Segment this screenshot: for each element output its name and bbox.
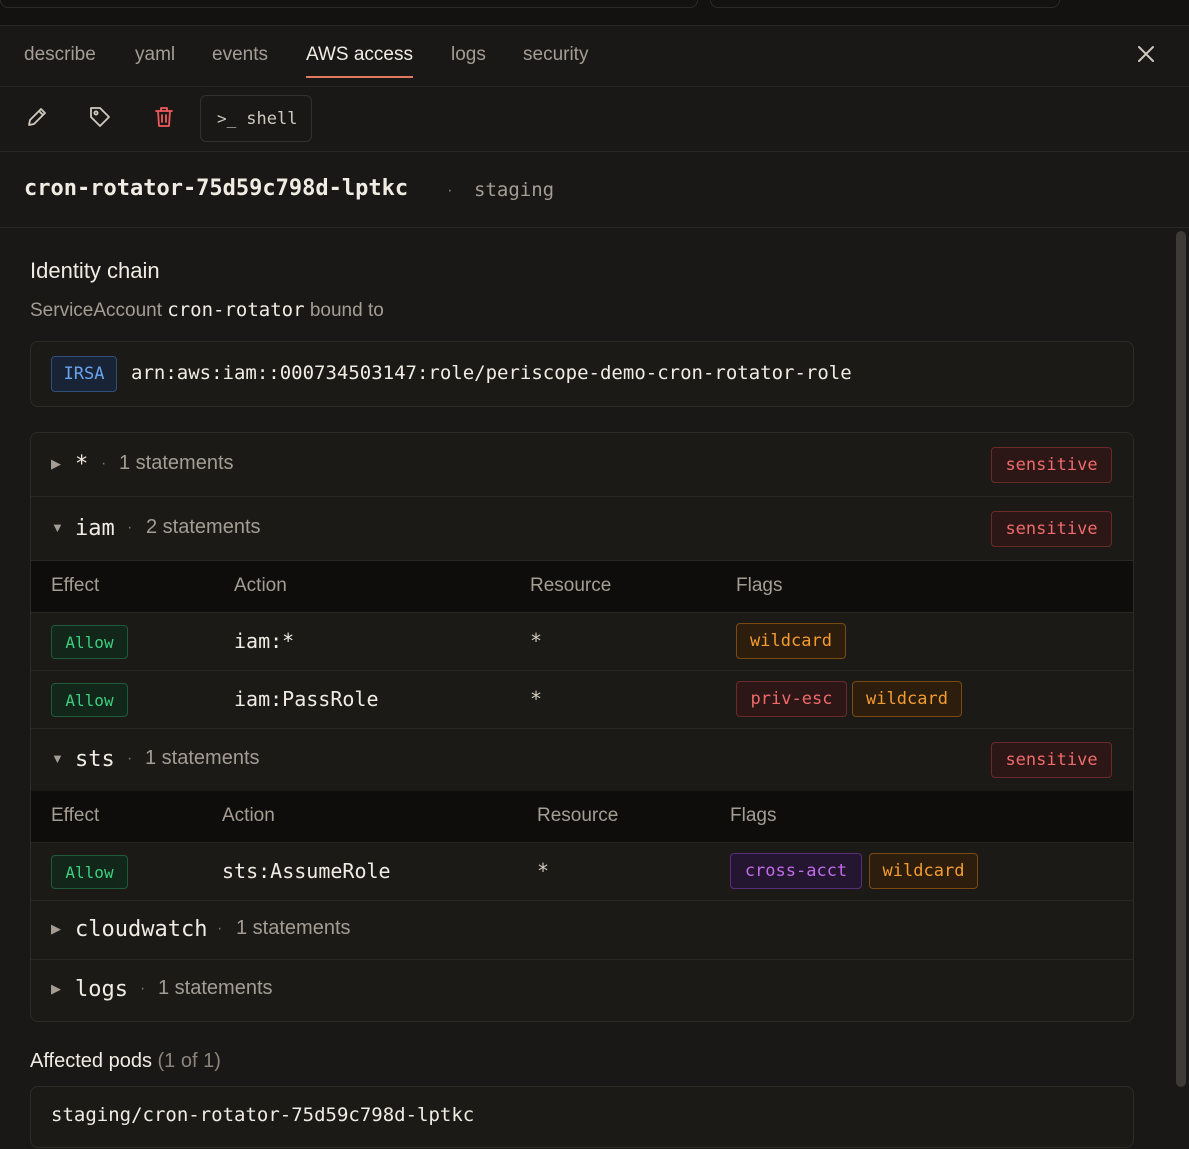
caret-down-icon: ▼ (51, 520, 64, 535)
toolbar: >_ shell (0, 87, 1189, 152)
sts-table-header: Effect Action Resource Flags (31, 791, 1133, 843)
tab-security[interactable]: security (523, 44, 588, 66)
caret-right-icon: ▶ (51, 921, 61, 936)
role-binding-box: IRSA arn:aws:iam::000734503147:role/peri… (30, 341, 1134, 407)
group-count: 2 statements (146, 516, 261, 538)
group-name: iam (75, 516, 115, 541)
header-separator: · (447, 180, 453, 199)
table-row: Allow iam:* * wildcard (31, 613, 1133, 671)
role-arn: arn:aws:iam::000734503147:role/periscope… (131, 362, 852, 384)
shell-button[interactable]: >_ shell (200, 95, 312, 142)
shell-label: shell (246, 108, 298, 129)
group-count: 1 statements (119, 452, 234, 474)
policy-group-iam[interactable]: ▼ iam · 2 statements sensitive (31, 497, 1133, 561)
tab-bar: describe yaml events AWS access logs sec… (0, 26, 1189, 87)
labels-button[interactable] (80, 100, 120, 138)
scrollbar-thumb[interactable] (1176, 231, 1186, 1087)
group-name: cloudwatch (75, 917, 208, 942)
flag-cross-acct: cross-acct (730, 853, 862, 889)
terminal-icon: >_ (217, 109, 237, 128)
resource-header: cron-rotator-75d59c798d-lptkc · staging (0, 152, 1189, 228)
resource-cell: * (537, 859, 550, 883)
flag-wildcard: wildcard (736, 623, 846, 659)
identity-chain-title: Identity chain (30, 258, 160, 283)
irsa-badge: IRSA (51, 356, 117, 392)
tab-events[interactable]: events (212, 44, 268, 66)
policy-group-star[interactable]: ▶ * · 1 statements sensitive (31, 433, 1133, 497)
col-flags: Flags (736, 575, 783, 596)
top-field-left[interactable] (0, 0, 698, 8)
group-name: logs (75, 977, 128, 1002)
col-effect: Effect (51, 575, 100, 596)
col-action: Action (234, 575, 287, 596)
caret-right-icon: ▶ (51, 981, 61, 996)
affected-pods-label: Affected pods (30, 1050, 152, 1072)
iam-table-header: Effect Action Resource Flags (31, 561, 1133, 613)
tab-describe[interactable]: describe (24, 44, 96, 66)
effect-allow-badge: Allow (51, 625, 128, 659)
col-flags: Flags (730, 805, 777, 826)
affected-pods-list: staging/cron-rotator-75d59c798d-lptkc (30, 1086, 1134, 1148)
group-count: 1 statements (145, 747, 260, 769)
group-separator: · (101, 455, 107, 472)
group-separator: · (127, 750, 133, 767)
group-count: 1 statements (158, 977, 273, 999)
tab-aws-access[interactable]: AWS access (306, 44, 413, 78)
col-resource: Resource (530, 575, 612, 596)
resource-cell: * (530, 687, 543, 711)
service-account-name: cron-rotator (167, 299, 305, 321)
flag-wildcard: wildcard (869, 853, 978, 889)
group-separator: · (140, 980, 146, 997)
group-separator: · (217, 920, 223, 937)
sensitive-badge: sensitive (991, 511, 1112, 547)
tab-yaml[interactable]: yaml (135, 44, 175, 66)
col-action: Action (222, 805, 275, 826)
col-resource: Resource (537, 805, 619, 826)
group-separator: · (127, 519, 133, 536)
table-row: Allow iam:PassRole * priv-esc wildcard (31, 671, 1133, 729)
identity-subtitle: ServiceAccount cron-rotator bound to (30, 299, 384, 322)
namespace: staging (474, 179, 555, 201)
affected-pod-link[interactable]: staging/cron-rotator-75d59c798d-lptkc (51, 1104, 474, 1126)
flag-wildcard: wildcard (852, 681, 962, 717)
group-name: sts (75, 747, 115, 772)
edit-button[interactable] (17, 100, 57, 138)
pod-name: cron-rotator-75d59c798d-lptkc (24, 176, 409, 201)
affected-pods-title: Affected pods (1 of 1) (30, 1050, 221, 1073)
group-count: 1 statements (236, 917, 351, 939)
delete-button[interactable] (144, 100, 184, 138)
action-cell: iam:PassRole (234, 687, 379, 711)
top-strip (0, 0, 1189, 26)
caret-right-icon: ▶ (51, 456, 61, 471)
policy-group-logs[interactable]: ▶ logs · 1 statements (31, 960, 1133, 1020)
effect-allow-badge: Allow (51, 683, 128, 717)
sa-suffix: bound to (309, 300, 384, 321)
top-field-right[interactable] (710, 0, 1060, 8)
trash-icon (152, 105, 176, 134)
effect-allow-badge: Allow (51, 855, 128, 889)
policy-groups-panel: ▶ * · 1 statements sensitive ▼ iam · 2 s… (30, 432, 1134, 1022)
pencil-icon (25, 105, 49, 134)
group-name: * (75, 452, 89, 477)
flag-priv-esc: priv-esc (736, 681, 847, 717)
table-row: Allow sts:AssumeRole * cross-acct wildca… (31, 843, 1133, 901)
action-cell: iam:* (234, 629, 295, 653)
policy-group-sts[interactable]: ▼ sts · 1 statements sensitive (31, 728, 1133, 792)
caret-down-icon: ▼ (51, 751, 64, 766)
policy-group-cloudwatch[interactable]: ▶ cloudwatch · 1 statements (31, 900, 1133, 960)
sa-prefix: ServiceAccount (30, 300, 163, 321)
affected-pods-count: (1 of 1) (157, 1050, 221, 1072)
action-cell: sts:AssumeRole (222, 859, 391, 883)
tab-logs[interactable]: logs (451, 44, 486, 66)
sensitive-badge: sensitive (991, 742, 1112, 778)
resource-cell: * (530, 629, 543, 653)
col-effect: Effect (51, 805, 100, 826)
tag-icon (88, 105, 112, 134)
sensitive-badge: sensitive (991, 447, 1112, 483)
close-icon[interactable] (1134, 42, 1158, 66)
